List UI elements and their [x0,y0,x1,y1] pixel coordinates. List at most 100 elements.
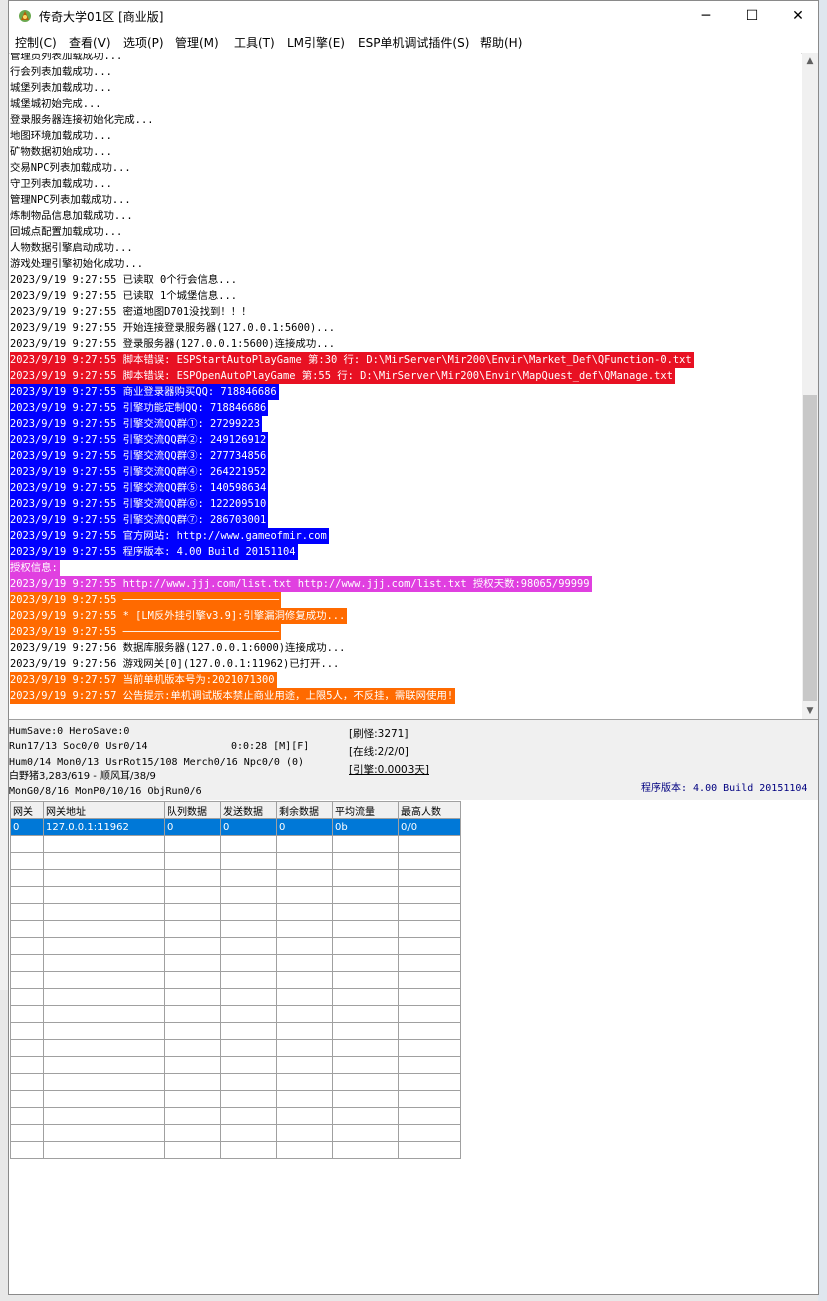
grid-cell [220,1005,277,1023]
grid-header-cell[interactable]: 队列数据 [164,801,221,819]
log-line: 2023/9/19 9:27:55 引擎交流QQ群③: 277734856 [10,448,269,464]
table-row-empty [10,1073,461,1091]
table-row-empty [10,1022,461,1040]
grid-cell: 0 [276,818,333,836]
grid-cell [220,1039,277,1057]
grid-header-cell[interactable]: 剩余数据 [276,801,333,819]
grid-cell [10,1005,44,1023]
grid-cell [276,852,333,870]
menu-options[interactable]: 选项(P) [123,34,164,51]
menu-control[interactable]: 控制(C) [15,34,57,51]
log-line: 2023/9/19 9:27:56 游戏网关[0](127.0.0.1:1196… [10,658,340,670]
grid-cell [164,988,221,1006]
log-line: 2023/9/19 9:27:57 公告提示:单机调试版本禁止商业用途，上限5人… [10,688,456,704]
grid-cell [10,1073,44,1091]
gateway-grid[interactable]: 网关 网关地址 队列数据 发送数据 剩余数据 平均流量 最高人数 0 127.0.0.1:11… [10,801,461,1159]
table-row-empty [10,937,461,955]
grid-cell [398,1090,461,1108]
grid-cell [10,886,44,904]
grid-cell [164,1005,221,1023]
table-row-empty [10,988,461,1006]
grid-cell [164,1039,221,1057]
grid-cell [276,1073,333,1091]
grid-cell [398,852,461,870]
grid-header-cell[interactable]: 平均流量 [332,801,399,819]
table-row[interactable]: 0 127.0.0.1:11962 0 0 0 0b 0/0 [10,818,461,836]
grid-cell [276,937,333,955]
log-output[interactable]: 管理员列表加载成功... 行会列表加载成功... 城堡列表加载成功... 城堡城初始完… [10,53,801,719]
status-monster: 白野猪3,283/619 - 顺风耳/38/9 [9,771,156,782]
log-line: 2023/9/19 9:27:57 当前单机版本号为:2021071300 [10,672,277,688]
menu-view[interactable]: 查看(V) [69,34,111,51]
table-row-empty [10,1056,461,1074]
log-line: 2023/9/19 9:27:55 程序版本: 4.00 Build 20151… [10,544,298,560]
grid-cell [164,886,221,904]
log-line: 登录服务器连接初始化完成... [10,114,154,126]
grid-cell [43,1039,165,1057]
grid-cell [332,988,399,1006]
grid-cell [332,886,399,904]
maximize-button[interactable]: ☐ [729,1,775,31]
grid-cell [43,1005,165,1023]
grid-cell [43,1141,165,1159]
grid-cell [398,1073,461,1091]
grid-cell [164,1141,221,1159]
grid-cell [276,971,333,989]
grid-cell [10,1107,44,1125]
menu-manage[interactable]: 管理(M) [175,34,219,51]
desktop-background-strip [818,0,827,1301]
grid-cell [332,869,399,887]
grid-cell [276,1039,333,1057]
grid-cell [10,920,44,938]
menu-help[interactable]: 帮助(H) [480,34,522,51]
grid-cell [220,886,277,904]
grid-cell [10,1090,44,1108]
grid-cell [164,971,221,989]
grid-cell [43,1073,165,1091]
grid-cell [220,1141,277,1159]
grid-cell [10,1039,44,1057]
menu-esp-plugin[interactable]: ESP单机调试插件(S) [358,34,469,51]
grid-cell [332,954,399,972]
grid-cell [164,1090,221,1108]
grid-cell [398,886,461,904]
grid-cell [10,954,44,972]
table-row-empty [10,886,461,904]
scroll-up-icon[interactable]: ▲ [802,53,818,69]
grid-header-cell[interactable]: 网关地址 [43,801,165,819]
grid-cell [164,869,221,887]
table-row-empty [10,971,461,989]
grid-cell [43,835,165,853]
title-bar[interactable]: 传奇大学01区 [商业版] ─ ☐ ✕ [9,1,818,31]
table-row-empty [10,1141,461,1159]
table-row-empty [10,835,461,853]
grid-cell [398,869,461,887]
grid-cell [398,1022,461,1040]
grid-cell [398,1141,461,1159]
grid-cell: 0b [332,818,399,836]
log-line: 交易NPC列表加载成功... [10,162,131,174]
grid-cell [220,1022,277,1040]
minimize-button[interactable]: ─ [683,1,729,31]
scroll-down-icon[interactable]: ▼ [802,703,818,719]
log-scrollbar[interactable]: ▲ ▼ [802,53,818,719]
grid-cell [398,937,461,955]
grid-header-cell[interactable]: 最高人数 [398,801,461,819]
status-mon: MonG0/8/16 MonP0/10/16 ObjRun0/6 [9,786,202,797]
grid-cell [164,1107,221,1125]
menu-tools[interactable]: 工具(T) [234,34,275,51]
menu-lm-engine[interactable]: LM引擎(E) [287,34,345,51]
grid-cell [332,1090,399,1108]
log-line: 2023/9/19 9:27:55 引擎交流QQ群④: 264221952 [10,464,269,480]
status-engine-link[interactable]: [引擎:0.0003天] [349,764,429,777]
grid-header-cell[interactable]: 发送数据 [220,801,277,819]
log-line: 守卫列表加载成功... [10,178,112,190]
log-line: 2023/9/19 9:27:55 引擎交流QQ群⑤: 140598634 [10,480,269,496]
grid-header-cell[interactable]: 网关 [10,801,44,819]
close-button[interactable]: ✕ [775,1,821,31]
scroll-thumb[interactable] [803,395,817,701]
grid-cell [276,1124,333,1142]
grid-cell [10,852,44,870]
grid-cell [332,920,399,938]
grid-cell [332,852,399,870]
